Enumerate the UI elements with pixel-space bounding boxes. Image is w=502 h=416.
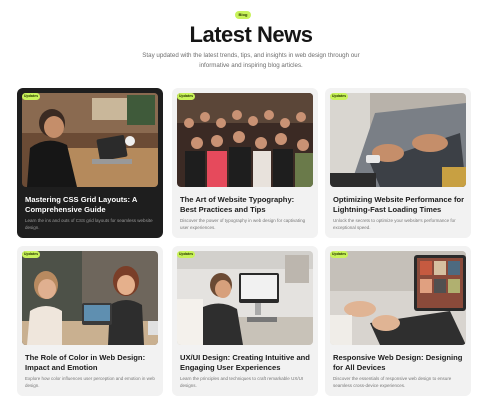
- post-title[interactable]: Optimizing Website Performance for Light…: [333, 195, 465, 215]
- page-title: Latest News: [189, 22, 313, 47]
- post-description: Learn the principles and techniques to c…: [180, 376, 304, 388]
- hands-typing-laptop-illustration: [330, 93, 466, 187]
- hands-on-laptop-illustration: [330, 251, 466, 345]
- post-image: [177, 251, 313, 345]
- blog-card-ux-ui[interactable]: Updates UX/UI Design: Creating Intuitive…: [172, 246, 318, 396]
- post-tag: Updates: [330, 93, 348, 100]
- man-with-laptop-illustration: [22, 93, 158, 187]
- page-subtitle: Stay updated with the latest trends, tip…: [142, 52, 360, 69]
- blog-card-typography[interactable]: Updates The Art of Website Typography: B…: [172, 88, 318, 238]
- post-title[interactable]: The Role of Color in Web Design: Impact …: [25, 353, 157, 373]
- post-tag: Updates: [177, 251, 195, 258]
- post-title[interactable]: Responsive Web Design: Designing for All…: [333, 353, 465, 373]
- blog-card-css-grid[interactable]: Updates Mastering CSS Grid Layouts: A Co…: [17, 88, 163, 238]
- post-title[interactable]: The Art of Website Typography: Best Prac…: [180, 195, 312, 215]
- post-image: [330, 93, 466, 187]
- post-tag: Updates: [330, 251, 348, 258]
- post-image: [22, 251, 158, 345]
- post-image: [22, 93, 158, 187]
- blog-card-performance[interactable]: Updates Optimizing Website Performance f…: [325, 88, 471, 238]
- post-title[interactable]: Mastering CSS Grid Layouts: A Comprehens…: [25, 195, 157, 215]
- post-description: Discover the power of typography in web …: [180, 218, 306, 230]
- man-at-monitor-illustration: [177, 251, 313, 345]
- blog-card-color[interactable]: Updates The Role of Color in Web Design:…: [17, 246, 163, 396]
- blog-badge: Blog: [235, 11, 251, 19]
- post-tag: Updates: [177, 93, 195, 100]
- post-image: [177, 93, 313, 187]
- post-image: [330, 251, 466, 345]
- post-tag: Updates: [22, 251, 40, 258]
- post-description: Discover the essentials of responsive we…: [333, 376, 452, 388]
- post-tag: Updates: [22, 93, 40, 100]
- post-description: Learn the ins and outs of CSS grid layou…: [25, 218, 153, 230]
- post-description: Explore how color influences user percep…: [25, 376, 155, 388]
- post-title[interactable]: UX/UI Design: Creating Intuitive and Eng…: [180, 353, 312, 373]
- crowd-photo-illustration: [177, 93, 313, 187]
- women-at-desk-illustration: [22, 251, 158, 345]
- blog-card-responsive[interactable]: Updates Responsive Web Design: Designing…: [325, 246, 471, 396]
- post-description: Unlock the secrets to optimize your webs…: [333, 218, 456, 230]
